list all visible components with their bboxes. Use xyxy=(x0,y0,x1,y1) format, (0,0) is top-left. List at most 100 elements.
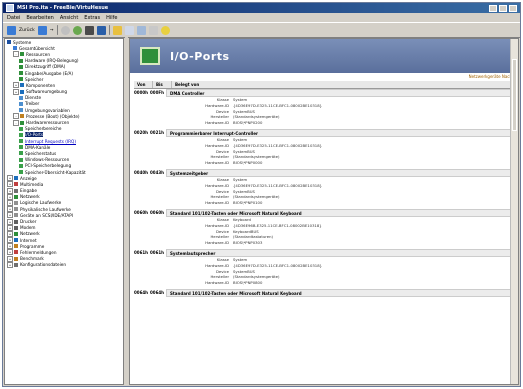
title-bar[interactable]: MSI Pro.ita - FreeBie/VirtuHesue xyxy=(3,3,520,13)
tree-node-icon xyxy=(19,157,23,162)
menu-hilfe[interactable]: Hilfe xyxy=(106,15,117,21)
tree-node-icon xyxy=(19,132,23,137)
expand-toggle-icon[interactable]: + xyxy=(7,193,13,200)
expand-toggle-icon[interactable]: + xyxy=(7,218,13,225)
expand-toggle-icon[interactable]: + xyxy=(7,224,13,231)
forward-label[interactable]: → xyxy=(50,28,54,33)
tree-node-icon xyxy=(19,163,23,168)
subline-link[interactable]: Netzwerkgeräte Nach xyxy=(130,73,518,81)
tree-item-label: Umgebungsvariablen xyxy=(25,107,70,113)
tree-item-label: Hardwareressourcen xyxy=(26,120,70,126)
tree-item-label: Logische Laufwerke xyxy=(20,200,62,206)
tree-item-label: Benchmark xyxy=(20,256,44,262)
expand-toggle-icon[interactable]: + xyxy=(7,199,13,206)
tree-item-label: Drucker xyxy=(20,219,37,225)
tree-node-icon xyxy=(20,114,24,119)
maximize-button[interactable] xyxy=(499,4,507,12)
expand-toggle-icon[interactable]: + xyxy=(7,261,13,268)
tree-node-icon xyxy=(19,77,23,82)
back-label[interactable]: Zurück xyxy=(19,28,35,33)
resource-row[interactable]: 0040h 0043h Systemzeitgeber xyxy=(134,168,514,177)
forward-icon[interactable] xyxy=(37,25,47,35)
tree-item-label: Direktzugriff (DMA) xyxy=(25,64,66,70)
print-icon[interactable] xyxy=(84,25,94,35)
stop-icon[interactable] xyxy=(60,25,70,35)
menu-datei[interactable]: Datei xyxy=(7,15,20,21)
menu-extras[interactable]: Extras xyxy=(84,15,100,21)
back-icon[interactable] xyxy=(7,25,16,35)
tree-node-icon xyxy=(20,83,24,88)
tree-item-label: Netzwerk xyxy=(20,194,40,200)
tree-node-icon xyxy=(14,256,18,261)
tree-item-label: Eingabe/Ausgabe (E/A) xyxy=(25,70,74,76)
expand-toggle-icon[interactable]: + xyxy=(7,243,13,250)
tree-node-icon xyxy=(19,95,23,100)
tree-item-label: Internet xyxy=(20,237,37,243)
menu-ansicht[interactable]: Ansicht xyxy=(60,15,78,21)
resource-row[interactable]: 0060h 0060h Standard 101/102-Tasten oder M… xyxy=(134,208,514,217)
expand-toggle-icon[interactable]: + xyxy=(7,255,13,262)
expand-toggle-icon[interactable]: + xyxy=(7,181,13,188)
port-from: 0061h xyxy=(134,249,148,255)
expand-toggle-icon[interactable]: + xyxy=(7,206,13,213)
property-key: Hardware-ID xyxy=(205,160,229,166)
vertical-scrollbar[interactable] xyxy=(510,39,518,384)
refresh-icon[interactable] xyxy=(72,25,82,35)
expand-toggle-icon[interactable]: + xyxy=(13,88,19,95)
property-key: Hardware-ID xyxy=(205,120,229,126)
port-from: 0040h xyxy=(134,169,148,175)
copy-icon[interactable] xyxy=(136,25,146,35)
expand-toggle-icon[interactable]: + xyxy=(7,212,13,219)
tree-item[interactable]: + Konfigurationsdateien xyxy=(5,261,123,268)
tree-node-icon xyxy=(14,262,18,267)
report-icon[interactable] xyxy=(124,25,134,35)
tree-item-label: Geräte an SCSI/IDE/ATAPI xyxy=(20,212,74,218)
splitter[interactable] xyxy=(125,37,128,386)
tree-node-icon xyxy=(19,126,23,131)
resource-row[interactable]: 0000h 000Fh DMA Controller xyxy=(134,89,514,97)
tree-item-label: Speicher xyxy=(25,76,44,82)
resource-row[interactable]: 0061h 0061h Systemlautsprecher xyxy=(134,248,514,257)
header-from[interactable]: Von xyxy=(134,81,153,88)
tree-node-icon xyxy=(20,89,24,94)
tree-node-icon xyxy=(14,250,18,255)
tree-node-icon xyxy=(14,219,18,224)
resource-row[interactable]: 0064h 0064h Standard 101/102-Tasten oder M… xyxy=(134,288,514,297)
save-icon[interactable] xyxy=(96,25,106,35)
menu-bearbeiten[interactable]: Bearbeiten xyxy=(26,15,53,21)
tree-item-label: Gesamtübersicht xyxy=(19,45,55,51)
tree-node-icon xyxy=(14,225,18,230)
options-icon[interactable] xyxy=(148,25,158,35)
expand-toggle-icon[interactable]: + xyxy=(7,249,13,256)
tree-node-icon xyxy=(19,145,23,150)
expand-toggle-icon[interactable]: - xyxy=(13,113,19,120)
tree-item-label: Dienste xyxy=(25,95,42,101)
expand-toggle-icon[interactable]: - xyxy=(13,51,19,58)
navigation-tree[interactable]: Systeme Gesamtübersicht - Ressourcen Hardwar… xyxy=(4,38,124,385)
tree-node-icon xyxy=(14,188,18,193)
minimize-button[interactable] xyxy=(489,4,497,12)
tree-node-icon xyxy=(19,101,23,106)
expand-toggle-icon[interactable]: + xyxy=(7,187,13,194)
tree-item-label: Softwareumgebung xyxy=(26,89,68,95)
scrollbar-thumb[interactable] xyxy=(512,59,517,131)
close-button[interactable] xyxy=(509,4,517,12)
expand-toggle-icon[interactable]: - xyxy=(13,119,19,126)
expand-toggle-icon[interactable]: + xyxy=(7,230,13,237)
help-icon[interactable] xyxy=(160,25,170,35)
port-to: 000Fh xyxy=(150,90,164,95)
tree-node-icon xyxy=(19,170,23,175)
expand-toggle-icon[interactable]: + xyxy=(7,175,13,182)
tree-node-icon xyxy=(19,151,23,156)
header-owner[interactable]: Belegt von xyxy=(172,81,514,88)
expand-toggle-icon[interactable]: + xyxy=(13,82,19,89)
tree-item-label: Fehlermeldungen xyxy=(20,249,57,255)
resource-row[interactable]: 0020h 0021h Programmierbarer Interrupt-Con… xyxy=(134,128,514,137)
folder-icon[interactable] xyxy=(112,25,122,35)
tree-item-label: Eingabe xyxy=(20,188,37,194)
property-key: Hardware-ID xyxy=(205,200,229,206)
header-to[interactable]: Bis xyxy=(153,81,172,88)
expand-toggle-icon[interactable]: + xyxy=(7,237,13,244)
tree-item-label: Systeme xyxy=(13,39,32,45)
resource-name: Systemzeitgeber xyxy=(166,168,514,177)
